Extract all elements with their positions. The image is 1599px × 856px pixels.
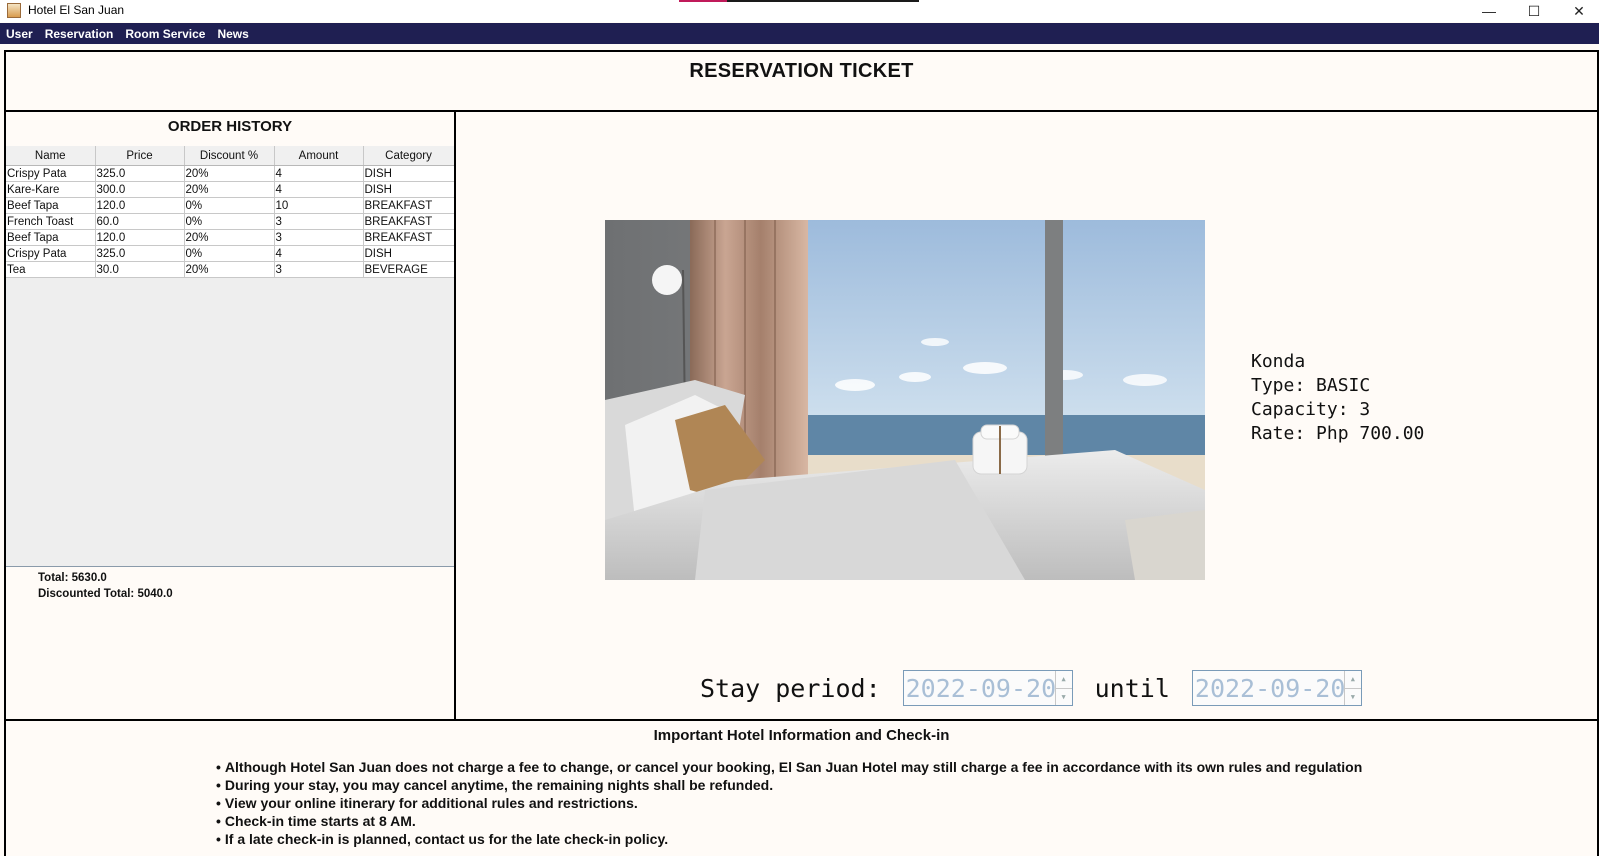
maximize-icon[interactable]: ☐: [1511, 0, 1557, 22]
info-title: Important Hotel Information and Check-in: [653, 727, 950, 744]
cell-category: DISH: [363, 181, 455, 198]
table-row[interactable]: Crispy Pata 325.0 0% 4 DISH: [6, 245, 455, 262]
hotel-info-panel: Important Hotel Information and Check-in…: [4, 719, 1599, 856]
info-list: Although Hotel San Juan does not charge …: [6, 758, 1597, 848]
cell-category: BREAKFAST: [363, 213, 455, 230]
total-label: Total: 5630.0: [38, 572, 107, 584]
order-history-panel: ORDER HISTORY Name Price Discount % Amou…: [4, 110, 456, 721]
cell-discount: 20%: [184, 181, 275, 198]
table-row[interactable]: French Toast 60.0 0% 3 BREAKFAST: [6, 213, 455, 230]
ticket-header: RESERVATION TICKET: [4, 50, 1599, 112]
cell-category: DISH: [363, 245, 455, 262]
cell-amount: 3: [274, 261, 364, 278]
order-table-header: Name Price Discount % Amount Category: [6, 146, 455, 166]
table-row[interactable]: Beef Tapa 120.0 20% 3 BREAKFAST: [6, 229, 455, 246]
cell-discount: 20%: [184, 261, 275, 278]
end-date-spinner[interactable]: 2022-09-20 ▲ ▼: [1191, 670, 1362, 706]
cell-amount: 3: [274, 229, 364, 246]
start-date-up-icon[interactable]: ▲: [1056, 671, 1072, 688]
cell-price: 30.0: [95, 261, 185, 278]
menu-bar: User Reservation Room Service News: [0, 23, 1599, 44]
java-app-icon: [7, 3, 21, 18]
cell-category: BREAKFAST: [363, 229, 455, 246]
cell-name: Beef Tapa: [6, 197, 96, 214]
info-item: Although Hotel San Juan does not charge …: [216, 758, 1597, 776]
cell-price: 120.0: [95, 229, 185, 246]
room-rate: Rate: Php 700.00: [1251, 423, 1425, 444]
column-header-category[interactable]: Category: [363, 146, 455, 166]
end-date-arrows: ▲ ▼: [1343, 671, 1361, 706]
cell-price: 120.0: [95, 197, 185, 214]
order-table: Name Price Discount % Amount Category Cr…: [6, 146, 455, 278]
until-label: until: [1094, 673, 1170, 703]
room-photo: [605, 220, 1205, 580]
room-details: Konda Type: BASIC Capacity: 3 Rate: Php …: [1251, 350, 1424, 446]
order-totals: Total: 5630.0 Discounted Total: 5040.0: [38, 570, 173, 602]
end-date-value[interactable]: 2022-09-20: [1193, 674, 1346, 703]
room-type: Type: BASIC: [1251, 375, 1371, 396]
cell-amount: 3: [274, 213, 364, 230]
table-row[interactable]: Beef Tapa 120.0 0% 10 BREAKFAST: [6, 197, 455, 214]
cell-name: Kare-Kare: [6, 181, 96, 198]
close-icon[interactable]: ✕: [1556, 0, 1599, 22]
menu-user[interactable]: User: [0, 27, 39, 41]
window-title: Hotel El San Juan: [28, 3, 125, 17]
cell-name: French Toast: [6, 213, 96, 230]
cell-category: BREAKFAST: [363, 197, 455, 214]
column-header-price[interactable]: Price: [95, 146, 185, 166]
table-row[interactable]: Crispy Pata 325.0 20% 4 DISH: [6, 165, 455, 182]
cell-name: Tea: [6, 261, 96, 278]
cell-discount: 20%: [184, 165, 275, 182]
cell-category: BEVERAGE: [363, 261, 455, 278]
info-item: If a late check-in is planned, contact u…: [216, 830, 1597, 848]
room-panel: Konda Type: BASIC Capacity: 3 Rate: Php …: [454, 110, 1599, 721]
cell-amount: 4: [274, 245, 364, 262]
cell-name: Crispy Pata: [6, 245, 96, 262]
cell-price: 300.0: [95, 181, 185, 198]
room-name: Konda: [1251, 351, 1306, 372]
menu-room-service[interactable]: Room Service: [119, 27, 211, 41]
column-header-amount[interactable]: Amount: [274, 146, 364, 166]
order-table-viewport[interactable]: Name Price Discount % Amount Category Cr…: [6, 146, 455, 567]
cell-amount: 10: [274, 197, 364, 214]
stay-period-label: Stay period:: [700, 673, 881, 703]
cell-discount: 0%: [184, 213, 275, 230]
start-date-arrows: ▲ ▼: [1054, 671, 1072, 706]
cell-name: Crispy Pata: [6, 165, 96, 182]
cell-amount: 4: [274, 181, 364, 198]
minimize-icon[interactable]: —: [1466, 0, 1512, 22]
cell-price: 325.0: [95, 245, 185, 262]
cell-price: 325.0: [95, 165, 185, 182]
window-titlebar: Hotel El San Juan — ☐ ✕: [0, 0, 1599, 22]
cell-discount: 0%: [184, 245, 275, 262]
order-history-title: ORDER HISTORY: [167, 118, 293, 135]
info-item: Check-in time starts at 8 AM.: [216, 812, 1597, 830]
column-header-name[interactable]: Name: [6, 146, 96, 166]
table-row[interactable]: Kare-Kare 300.0 20% 4 DISH: [6, 181, 455, 198]
menu-reservation[interactable]: Reservation: [39, 27, 120, 41]
titlebar-accent: [679, 0, 919, 2]
room-capacity: Capacity: 3: [1251, 399, 1371, 420]
menu-news[interactable]: News: [211, 27, 254, 41]
cell-discount: 0%: [184, 197, 275, 214]
cell-name: Beef Tapa: [6, 229, 96, 246]
discounted-total-label: Discounted Total: 5040.0: [38, 588, 173, 600]
stay-period: Stay period: 2022-09-20 ▲ ▼ until 2022-0…: [700, 670, 1362, 706]
start-date-spinner[interactable]: 2022-09-20 ▲ ▼: [902, 670, 1073, 706]
info-item: During your stay, you may cancel anytime…: [216, 776, 1597, 794]
cell-category: DISH: [363, 165, 455, 182]
start-date-down-icon[interactable]: ▼: [1055, 687, 1072, 706]
cell-amount: 4: [274, 165, 364, 182]
end-date-down-icon[interactable]: ▼: [1344, 687, 1361, 706]
cell-price: 60.0: [95, 213, 185, 230]
start-date-value[interactable]: 2022-09-20: [904, 674, 1057, 703]
page-title: RESERVATION TICKET: [689, 60, 914, 82]
info-item: View your online itinerary for additiona…: [216, 794, 1597, 812]
column-header-discount[interactable]: Discount %: [184, 146, 275, 166]
end-date-up-icon[interactable]: ▲: [1345, 671, 1361, 688]
table-row[interactable]: Tea 30.0 20% 3 BEVERAGE: [6, 261, 455, 278]
cell-discount: 20%: [184, 229, 275, 246]
